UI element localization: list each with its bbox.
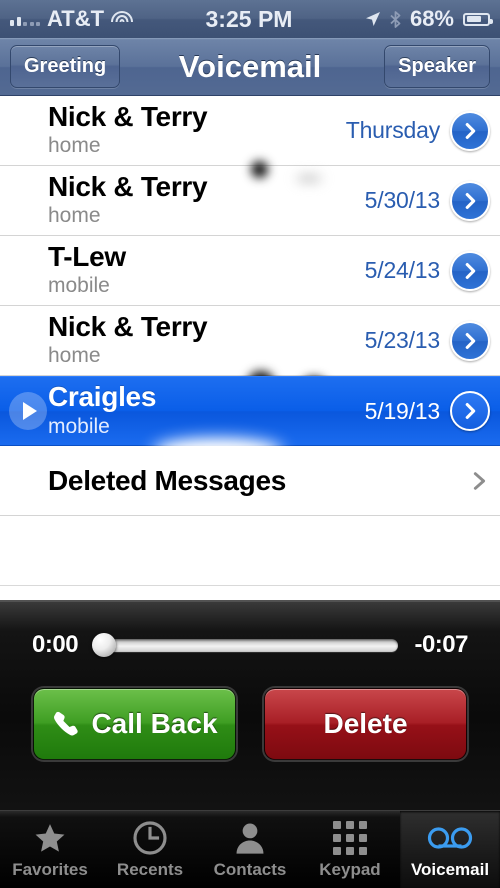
status-bar: AT&T 3:25 PM 68% [0, 0, 500, 38]
battery-icon [463, 12, 493, 26]
voicemail-row[interactable]: T-Lew mobile 5/24/13 [0, 236, 500, 306]
playback-scrubber[interactable] [92, 633, 399, 657]
details-disclosure-button[interactable] [450, 391, 490, 431]
call-back-button[interactable]: Call Back [33, 688, 236, 760]
bluetooth-icon [390, 10, 401, 28]
voicemail-row-text: Nick & Terry home [48, 100, 346, 183]
delete-label: Delete [323, 708, 408, 739]
voicemail-row-selected[interactable]: Craigles mobile 5/19/13 [0, 376, 500, 464]
playback-panel: 0:00 -0:07 Call Back Delete [0, 600, 500, 810]
voicemail-caller-name: Nick & Terry [48, 310, 208, 342]
call-back-label: Call Back [91, 708, 218, 739]
status-bar-clock: 3:25 PM [205, 5, 293, 32]
delete-button[interactable]: Delete [264, 688, 467, 760]
battery-percent-label: 68% [409, 6, 454, 31]
iphone-voicemail-screen: AT&T 3:25 PM 68% Greeting Voicemail Spea… [0, 0, 500, 888]
status-bar-right: 68% [365, 6, 500, 32]
voicemail-row-text: Nick & Terry home [48, 310, 365, 398]
tab-contacts[interactable]: Contacts [200, 811, 300, 888]
voicemail-caller-name: Nick & Terry [48, 170, 208, 202]
chevron-right-icon [465, 192, 476, 209]
greeting-button[interactable]: Greeting [10, 45, 121, 88]
chevron-right-icon [465, 332, 476, 349]
voicemail-row[interactable]: Nick & Terry home 5/30/13 [0, 166, 500, 236]
phone-icon [54, 711, 79, 736]
voicemail-date: 5/23/13 [364, 327, 441, 353]
keypad-icon [333, 819, 367, 857]
tab-bar: Favorites Recents Contacts Keypad Voicem… [0, 810, 500, 888]
voicemail-list: Nick & Terry home Thursday Nick & Terry … [0, 96, 500, 656]
tab-contacts-label: Contacts [213, 860, 287, 879]
wifi-icon [111, 11, 134, 27]
scrubber-row: 0:00 -0:07 [0, 602, 500, 688]
status-bar-left: AT&T [0, 6, 134, 32]
play-button[interactable] [9, 392, 47, 430]
signal-bars-icon [10, 12, 40, 26]
voicemail-date: 5/19/13 [364, 397, 441, 424]
voicemail-caller-name: Craigles [48, 381, 157, 413]
tab-keypad[interactable]: Keypad [300, 811, 400, 888]
voicemail-caller-name: Nick & Terry [48, 100, 208, 132]
voicemail-caller-label: home [48, 204, 101, 228]
voicemail-icon [427, 819, 473, 857]
chevron-right-icon [473, 471, 486, 490]
carrier-label: AT&T [47, 6, 105, 31]
voicemail-caller-name: T-Lew [48, 240, 126, 272]
tab-favorites[interactable]: Favorites [0, 811, 100, 888]
deleted-messages-text: Deleted Messages [48, 464, 468, 496]
chevron-right-icon [465, 403, 476, 419]
voicemail-row-text: T-Lew mobile [48, 240, 365, 300]
chevron-right-icon [465, 262, 476, 279]
voicemail-row-text: Nick & Terry home [48, 170, 365, 230]
voicemail-row[interactable]: Nick & Terry home Thursday [0, 96, 500, 183]
details-disclosure-button[interactable] [450, 110, 490, 151]
deleted-messages-label: Deleted Messages [48, 464, 286, 496]
deleted-messages-row[interactable]: Deleted Messages [0, 446, 500, 516]
voicemail-caller-label: mobile [48, 274, 110, 298]
voicemail-date: 5/30/13 [364, 187, 441, 213]
voicemail-date: Thursday [345, 117, 440, 143]
location-arrow-icon [365, 12, 380, 26]
voicemail-row[interactable]: Nick & Terry home 5/23/13 [0, 306, 500, 398]
star-icon [32, 819, 68, 857]
voicemail-caller-label: mobile [48, 414, 110, 438]
remaining-time-label: -0:07 [414, 631, 468, 658]
speaker-button[interactable]: Speaker [384, 45, 490, 88]
tab-recents-label: Recents [116, 860, 184, 879]
voicemail-caller-label: home [48, 134, 101, 158]
scrubber-knob[interactable] [92, 633, 117, 657]
voicemail-date: 5/24/13 [364, 257, 441, 283]
details-disclosure-button[interactable] [450, 180, 490, 221]
details-disclosure-button[interactable] [450, 250, 490, 291]
tab-recents[interactable]: Recents [100, 811, 200, 888]
chevron-right-icon [465, 122, 476, 139]
voicemail-caller-label: home [48, 344, 101, 368]
tab-keypad-label: Keypad [319, 860, 381, 879]
tab-favorites-label: Favorites [12, 860, 88, 879]
person-icon [233, 819, 267, 857]
tab-voicemail[interactable]: Voicemail [400, 811, 500, 888]
clock-icon [132, 819, 168, 857]
elapsed-time-label: 0:00 [32, 631, 79, 658]
voicemail-row-text: Craigles mobile [48, 381, 365, 464]
empty-row [0, 516, 500, 586]
navigation-bar: Greeting Voicemail Speaker [0, 38, 500, 96]
details-disclosure-button[interactable] [450, 320, 490, 361]
tab-voicemail-label: Voicemail [410, 860, 490, 879]
action-button-row: Call Back Delete [0, 688, 500, 760]
